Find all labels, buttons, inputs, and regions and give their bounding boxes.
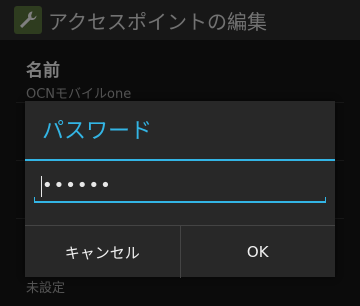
field-underline [34,201,326,203]
password-dialog: パスワード •••••• キャンセル OK [25,101,335,278]
dialog-title: パスワード [42,119,153,144]
field-underline-left-tick [34,197,35,203]
ok-button[interactable]: OK [181,226,336,278]
field-underline-right-tick [325,197,326,203]
password-value: •••••• [42,175,112,196]
password-input[interactable]: •••••• [34,171,326,203]
dialog-title-divider [25,159,335,161]
dialog-button-bar: キャンセル OK [25,225,335,278]
screen: アクセスポイントの編集 名前 OCNモバイルone 未設定 パスワード ••••… [0,0,360,306]
cancel-button[interactable]: キャンセル [25,226,180,278]
